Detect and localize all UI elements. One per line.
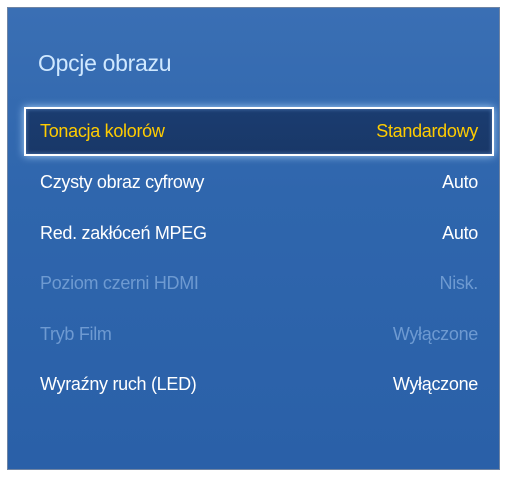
- menu-item-value: Auto: [442, 172, 478, 192]
- menu-item-label: Czysty obraz cyfrowy: [40, 172, 205, 192]
- picture-options-panel: Opcje obrazu Tonacja kolorów Standardowy…: [7, 7, 500, 470]
- menu-item-value: Wyłączone: [392, 323, 478, 344]
- menu-item-film-mode: Tryb Film Wyłączone: [24, 310, 494, 358]
- menu-item-hdmi-black-level: Poziom czerni HDMI Nisk.: [24, 260, 494, 308]
- menu-item-label: Tonacja kolorów: [40, 121, 165, 141]
- menu-item-color-tone[interactable]: Tonacja kolorów Standardowy: [24, 107, 494, 156]
- menu-item-label: Poziom czerni HDMI: [40, 273, 199, 293]
- menu-item-value: Auto: [442, 222, 478, 243]
- menu-item-value: Standardowy: [376, 121, 478, 141]
- menu-item-label: Tryb Film: [40, 323, 112, 344]
- menu-item-label: Red. zakłóceń MPEG: [40, 222, 207, 243]
- panel-title: Opcje obrazu: [38, 50, 172, 76]
- menu-item-label: Wyraźny ruch (LED): [40, 374, 197, 394]
- menu-item-value: Nisk.: [439, 273, 479, 293]
- options-menu: Tonacja kolorów Standardowy Czysty obraz…: [24, 107, 494, 411]
- menu-item-mpeg-noise-filter[interactable]: Red. zakłóceń MPEG Auto: [24, 209, 494, 257]
- menu-item-motion-plus-led[interactable]: Wyraźny ruch (LED) Wyłączone: [24, 361, 494, 409]
- menu-item-value: Wyłączone: [392, 374, 478, 394]
- menu-item-digital-clean-view[interactable]: Czysty obraz cyfrowy Auto: [24, 159, 494, 207]
